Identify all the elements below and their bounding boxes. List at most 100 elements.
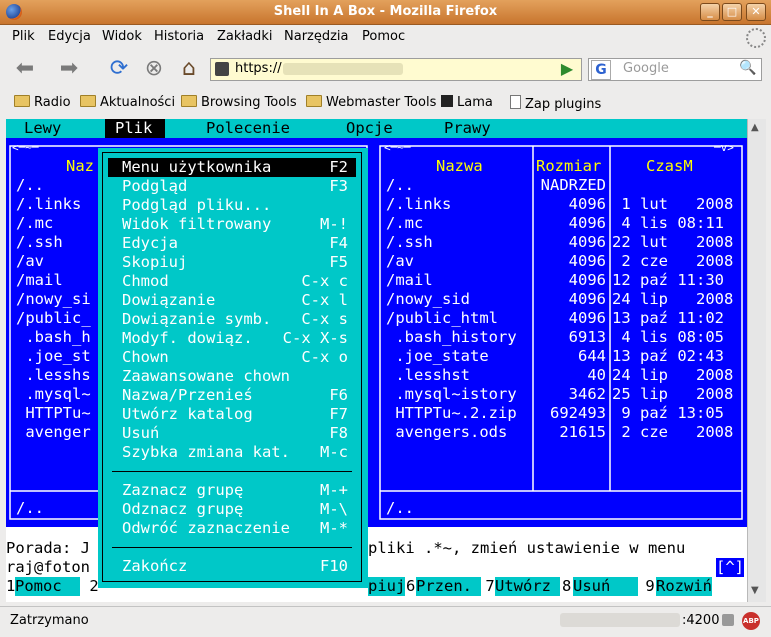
left-panel-row[interactable]: .joe_st [16,347,90,366]
dropdown-item-shortcut: F10 [320,557,348,575]
menu-plik[interactable]: Plik [12,29,35,44]
maximize-button[interactable]: □ [722,3,742,21]
mc-menu-polecenie[interactable]: Polecenie [206,119,290,138]
fkey-5-label[interactable]: piuj [368,577,406,596]
vertical-scrollbar[interactable]: ▲ ▼ [747,119,766,602]
left-panel-row[interactable]: .mysql~ [16,385,90,404]
right-panel-name[interactable]: /nowy_sid [386,290,470,309]
dropdown-item[interactable]: Odwróć zaznaczenie M-* [108,519,356,538]
right-panel-name[interactable]: /.mc [386,214,423,233]
left-panel-row[interactable]: /public_ [16,309,91,328]
bookmark-radio[interactable]: Radio [14,95,71,110]
search-icon[interactable]: 🔍 [739,60,756,76]
left-panel-row[interactable]: /nowy_si [16,290,91,309]
right-panel-name[interactable]: .bash_history [386,328,516,347]
left-panel-row[interactable]: /.links [16,195,81,214]
mc-menu-plik[interactable]: Plik [105,119,165,138]
dropdown-item[interactable]: Chmod C-x c [108,272,356,291]
window-title: Shell In A Box - Mozilla Firefox [273,4,498,19]
menu-historia[interactable]: Historia [154,29,204,44]
dropdown-item[interactable]: Zaznacz grupę M-+ [108,481,356,500]
left-panel-row[interactable]: /.ssh [16,233,63,252]
dropdown-item[interactable]: Dowiązanie symb. C-x s [108,310,356,329]
bookmark-label: Aktualności [100,95,176,110]
google-engine-icon[interactable]: G [591,60,611,80]
panel-marker-right-end: ─v> [714,141,734,154]
mc-menu-prawy[interactable]: Prawy [444,119,491,138]
left-panel-row[interactable]: avenger [16,423,90,442]
bookmark-label: Zap plugins [525,97,602,112]
terminal-screen[interactable]: Lewy Plik Polecenie Opcje Prawy <─~─ <─~… [6,119,747,602]
minimize-button[interactable]: _ [700,3,720,21]
right-panel-name[interactable]: .mysql~istory [386,385,516,404]
right-panel-name[interactable]: .joe_state [386,347,488,366]
dropdown-item[interactable]: Szybka zmiana kat. M-c [108,443,356,462]
menu-pomoc[interactable]: Pomoc [362,29,405,44]
mc-menu-lewy[interactable]: Lewy [24,119,61,138]
fkey-6-label[interactable]: Przen. [416,577,482,596]
right-panel-time: 4 lis 08:05 [612,328,724,346]
right-panel-name[interactable]: .lesshst [386,366,470,385]
menu-widok[interactable]: Widok [102,29,142,44]
mc-menu-opcje[interactable]: Opcje [346,119,393,138]
right-panel-size: 3462 [568,385,606,403]
right-panel-name[interactable]: avengers.ods [386,423,507,442]
bookmark-lama[interactable]: Lama [441,95,493,110]
left-panel-row[interactable]: /.mc [16,214,53,233]
fkey-8-label[interactable]: Usuń [573,577,639,596]
bookmark-webmaster-tools[interactable]: Webmaster Tools [306,95,436,110]
menu-zakladki[interactable]: Zakładki [217,29,272,44]
left-panel-row[interactable]: .bash_h [16,328,90,347]
left-panel-row[interactable]: /av [16,252,44,271]
home-icon[interactable]: ⌂ [176,56,202,82]
bookmark-aktualnosci[interactable]: Aktualności [80,95,175,110]
right-panel-name[interactable]: /.ssh [386,233,433,252]
left-panel-row[interactable]: HTTPTu~ [16,404,90,423]
menu-narzedzia[interactable]: Narzędzia [284,29,349,44]
left-panel-row[interactable]: /.. [16,176,44,195]
bookmark-browsing-tools[interactable]: Browsing Tools [181,95,297,110]
right-panel-name[interactable]: /mail [386,271,433,290]
prompt-history-button[interactable]: [^] [716,558,744,577]
dropdown-item[interactable]: Zaawansowane chown [108,367,356,386]
dropdown-item[interactable]: Menu użytkownika F2 [108,158,356,177]
dropdown-item[interactable]: Modyf. dowiąz. C-x X-s [108,329,356,348]
lama-icon [441,95,453,107]
dropdown-item[interactable]: Widok filtrowany M-! [108,215,356,234]
dropdown-item[interactable]: Dowiązanie C-x l [108,291,356,310]
reload-icon[interactable]: ⟳ [106,56,132,82]
dropdown-item[interactable]: Odznacz grupę M-\ [108,500,356,519]
left-panel-row[interactable]: /mail [16,271,63,290]
scroll-up-arrow-icon[interactable]: ▲ [751,122,759,133]
right-panel-name[interactable]: /.links [386,195,451,214]
search-box[interactable]: G Google 🔍 [588,58,762,81]
forward-arrow-icon[interactable]: ➡ [56,56,82,82]
right-panel-name[interactable]: HTTPTu~.2.zip [386,404,516,423]
right-panel-name[interactable]: /public_html [386,309,498,328]
right-panel-name[interactable]: /.. [386,176,414,195]
dropdown-item[interactable]: Usuń F8 [108,424,356,443]
dropdown-item[interactable]: Podgląd F3 [108,177,356,196]
left-panel-row[interactable]: .lesshs [16,366,90,385]
dropdown-item[interactable]: Utwórz katalog F7 [108,405,356,424]
dropdown-item-label: Edycja [122,234,178,252]
stop-icon[interactable]: ⊗ [141,56,167,82]
dropdown-item[interactable]: Skopiuj F5 [108,253,356,272]
scroll-down-arrow-icon[interactable]: ▼ [751,585,759,596]
dropdown-item[interactable]: Nazwa/Przenieś F6 [108,386,356,405]
fkey-1-label[interactable]: Pomoc [15,577,81,596]
fkey-9-label[interactable]: Rozwiń [656,577,712,596]
bookmark-zap-plugins[interactable]: Zap plugins [510,95,601,112]
menu-edycja[interactable]: Edycja [48,29,91,44]
fkey-7-label[interactable]: Utwórz [495,577,561,596]
dropdown-item[interactable]: Podgląd pliku... [108,196,356,215]
dropdown-item[interactable]: Chown C-x o [108,348,356,367]
dropdown-item[interactable]: Edycja F4 [108,234,356,253]
dropdown-item[interactable]: Zakończ F10 [108,557,356,576]
url-bar[interactable]: https:// [210,58,582,81]
adblock-icon[interactable]: ABP [742,612,760,630]
go-arrow-icon[interactable]: ▶ [556,58,578,79]
right-panel-name[interactable]: /av [386,252,414,271]
back-arrow-icon[interactable]: ⬅ [12,56,38,82]
close-button[interactable]: ✕ [746,3,766,21]
